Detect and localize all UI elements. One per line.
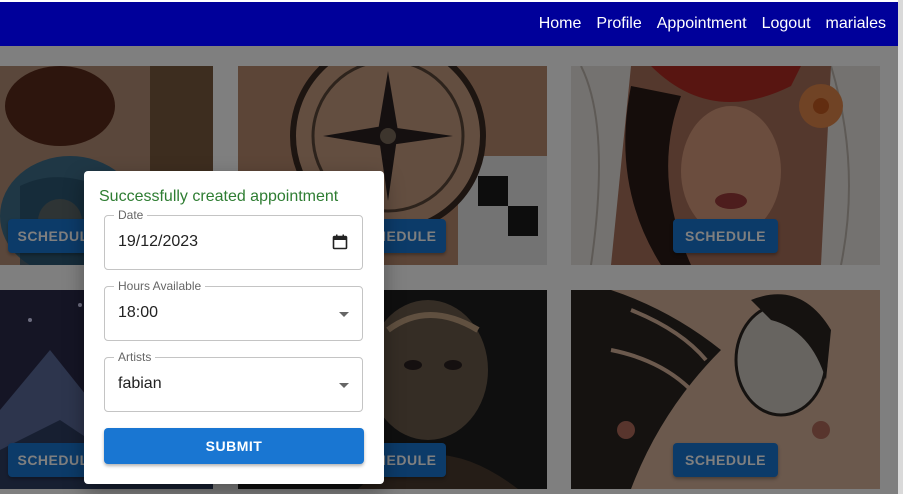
hours-select[interactable]: Hours Available 18:00 <box>104 279 363 341</box>
calendar-icon[interactable] <box>332 234 348 250</box>
nav-home-link[interactable]: Home <box>539 15 582 33</box>
date-field[interactable]: Date 19/12/2023 <box>104 208 363 270</box>
nav-logout-link[interactable]: Logout <box>762 15 811 33</box>
appointment-dialog: Successfully created appointment Date 19… <box>84 171 384 484</box>
success-message: Successfully created appointment <box>99 188 339 205</box>
date-label: Date <box>114 208 148 222</box>
window-edge <box>898 0 903 494</box>
chevron-down-icon[interactable] <box>339 383 349 388</box>
submit-button[interactable]: SUBMIT <box>104 428 364 464</box>
date-value[interactable]: 19/12/2023 <box>118 233 198 251</box>
nav-username[interactable]: mariales <box>826 15 886 33</box>
artists-select[interactable]: Artists fabian <box>104 350 363 412</box>
chevron-down-icon[interactable] <box>339 312 349 317</box>
artists-value: fabian <box>118 375 162 392</box>
nav-appointment-link[interactable]: Appointment <box>657 15 747 33</box>
top-navbar: Home Profile Appointment Logout mariales <box>0 2 898 46</box>
hours-value: 18:00 <box>118 304 159 321</box>
artists-label: Artists <box>114 350 156 364</box>
nav-profile-link[interactable]: Profile <box>596 15 641 33</box>
hours-label: Hours Available <box>114 279 206 293</box>
